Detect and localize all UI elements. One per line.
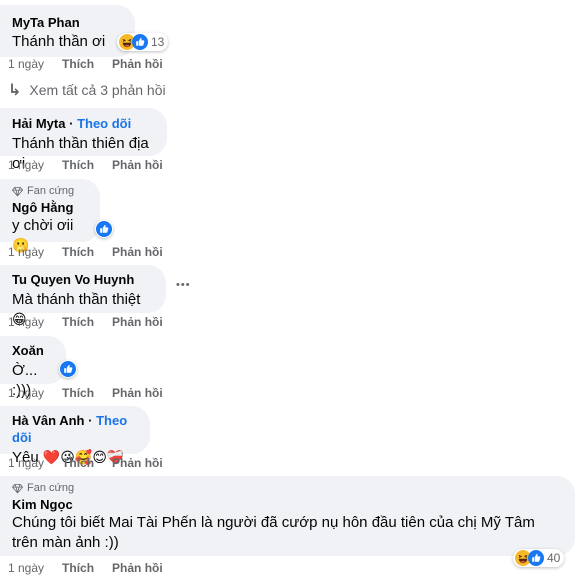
comment-text: Mà thánh thần thiệt bbox=[12, 291, 141, 308]
comment-actions: 1 ngày Thích Phản hồi bbox=[8, 245, 163, 259]
more-options-icon[interactable]: ••• bbox=[176, 279, 191, 291]
comment-author[interactable]: Tu Quyen Vo Huynh bbox=[12, 271, 154, 288]
like-action[interactable]: Thích bbox=[62, 245, 94, 259]
comment-bubble: Fan cứng Ngô Hằng y chời ơii 🫢 bbox=[0, 179, 100, 254]
diamond-icon bbox=[12, 186, 23, 197]
like-icon bbox=[528, 550, 544, 566]
fan-badge-label: Fan cứng bbox=[27, 482, 75, 494]
reaction-summary[interactable] bbox=[95, 220, 113, 238]
reaction-summary[interactable]: 40 bbox=[513, 549, 565, 567]
like-icon bbox=[132, 34, 148, 50]
reply-action[interactable]: Phản hồi bbox=[112, 561, 163, 575]
comment-actions: 1 ngày Thích Phản hồi bbox=[8, 158, 163, 172]
like-action[interactable]: Thích bbox=[62, 315, 94, 329]
comment-author[interactable]: Hải Myta bbox=[12, 116, 65, 131]
reaction-count: 13 bbox=[151, 35, 165, 49]
comment-author[interactable]: MyTa Phan bbox=[12, 14, 123, 31]
like-action[interactable]: Thích bbox=[62, 57, 94, 71]
comment-actions: 1 ngày Thích Phản hồi bbox=[8, 315, 163, 329]
comment-bubble: Hải Myta · Theo dõi Thánh thần thiên địa… bbox=[0, 108, 167, 172]
comment-time[interactable]: 1 ngày bbox=[8, 456, 44, 470]
diamond-icon bbox=[12, 483, 23, 494]
fan-badge: Fan cứng bbox=[12, 185, 88, 197]
reaction-summary[interactable] bbox=[59, 360, 77, 378]
comment-text: Thánh thần ơi bbox=[12, 33, 106, 50]
comment-author[interactable]: Xoăn bbox=[12, 342, 54, 359]
view-replies-label: Xem tất cả 3 phản hồi bbox=[29, 82, 166, 98]
comment-actions: 1 ngày Thích Phản hồi bbox=[8, 57, 163, 71]
reply-action[interactable]: Phản hồi bbox=[112, 57, 163, 71]
comment-time[interactable]: 1 ngày bbox=[8, 386, 44, 400]
like-action[interactable]: Thích bbox=[62, 158, 94, 172]
like-icon bbox=[60, 361, 76, 377]
comment-bubble: Xoăn Ờ... :))) bbox=[0, 336, 66, 399]
reply-action[interactable]: Phản hồi bbox=[112, 456, 163, 470]
comment-time[interactable]: 1 ngày bbox=[8, 561, 44, 575]
comment-text: Chúng tôi biết Mai Tài Phến là người đã … bbox=[12, 514, 535, 551]
like-icon bbox=[96, 221, 112, 237]
comment-bubble: Tu Quyen Vo Huynh Mà thánh thần thiệt 😁 bbox=[0, 265, 166, 328]
comment-time[interactable]: 1 ngày bbox=[8, 245, 44, 259]
reaction-count: 40 bbox=[547, 551, 561, 565]
comment-bubble: MyTa Phan Thánh thần ơi bbox=[0, 5, 135, 57]
like-action[interactable]: Thích bbox=[62, 386, 94, 400]
follow-button[interactable]: Theo dõi bbox=[77, 116, 131, 131]
comment-actions: 1 ngày Thích Phản hồi bbox=[8, 456, 163, 470]
like-action[interactable]: Thích bbox=[62, 561, 94, 575]
reply-action[interactable]: Phản hồi bbox=[112, 245, 163, 259]
view-replies-link[interactable]: ↳ Xem tất cả 3 phản hồi bbox=[8, 80, 166, 100]
like-action[interactable]: Thích bbox=[62, 456, 94, 470]
reply-action[interactable]: Phản hồi bbox=[112, 158, 163, 172]
comment-bubble: Hà Vân Anh · Theo dõi Yêu ❤️😘🥰😊❤️‍🩹 bbox=[0, 406, 150, 466]
fan-badge: Fan cứng bbox=[12, 482, 563, 494]
reply-action[interactable]: Phản hồi bbox=[112, 315, 163, 329]
comment-actions: 1 ngày Thích Phản hồi bbox=[8, 561, 163, 575]
fan-badge-label: Fan cứng bbox=[27, 185, 75, 197]
comment-actions: 1 ngày Thích Phản hồi bbox=[8, 386, 163, 400]
comment-author[interactable]: Hà Vân Anh bbox=[12, 413, 84, 428]
comment-author[interactable]: Ngô Hằng bbox=[12, 199, 88, 216]
comment-time[interactable]: 1 ngày bbox=[8, 315, 44, 329]
comment-time[interactable]: 1 ngày bbox=[8, 57, 44, 71]
comment-author[interactable]: Kim Ngọc bbox=[12, 496, 563, 513]
reply-action[interactable]: Phản hồi bbox=[112, 386, 163, 400]
reaction-summary[interactable]: 13 bbox=[117, 33, 169, 51]
comment-bubble: Fan cứng Kim Ngọc Chúng tôi biết Mai Tài… bbox=[0, 476, 575, 556]
reply-arrow-icon: ↳ bbox=[8, 82, 22, 99]
comment-text: y chời ơii bbox=[12, 217, 74, 234]
comment-time[interactable]: 1 ngày bbox=[8, 158, 44, 172]
